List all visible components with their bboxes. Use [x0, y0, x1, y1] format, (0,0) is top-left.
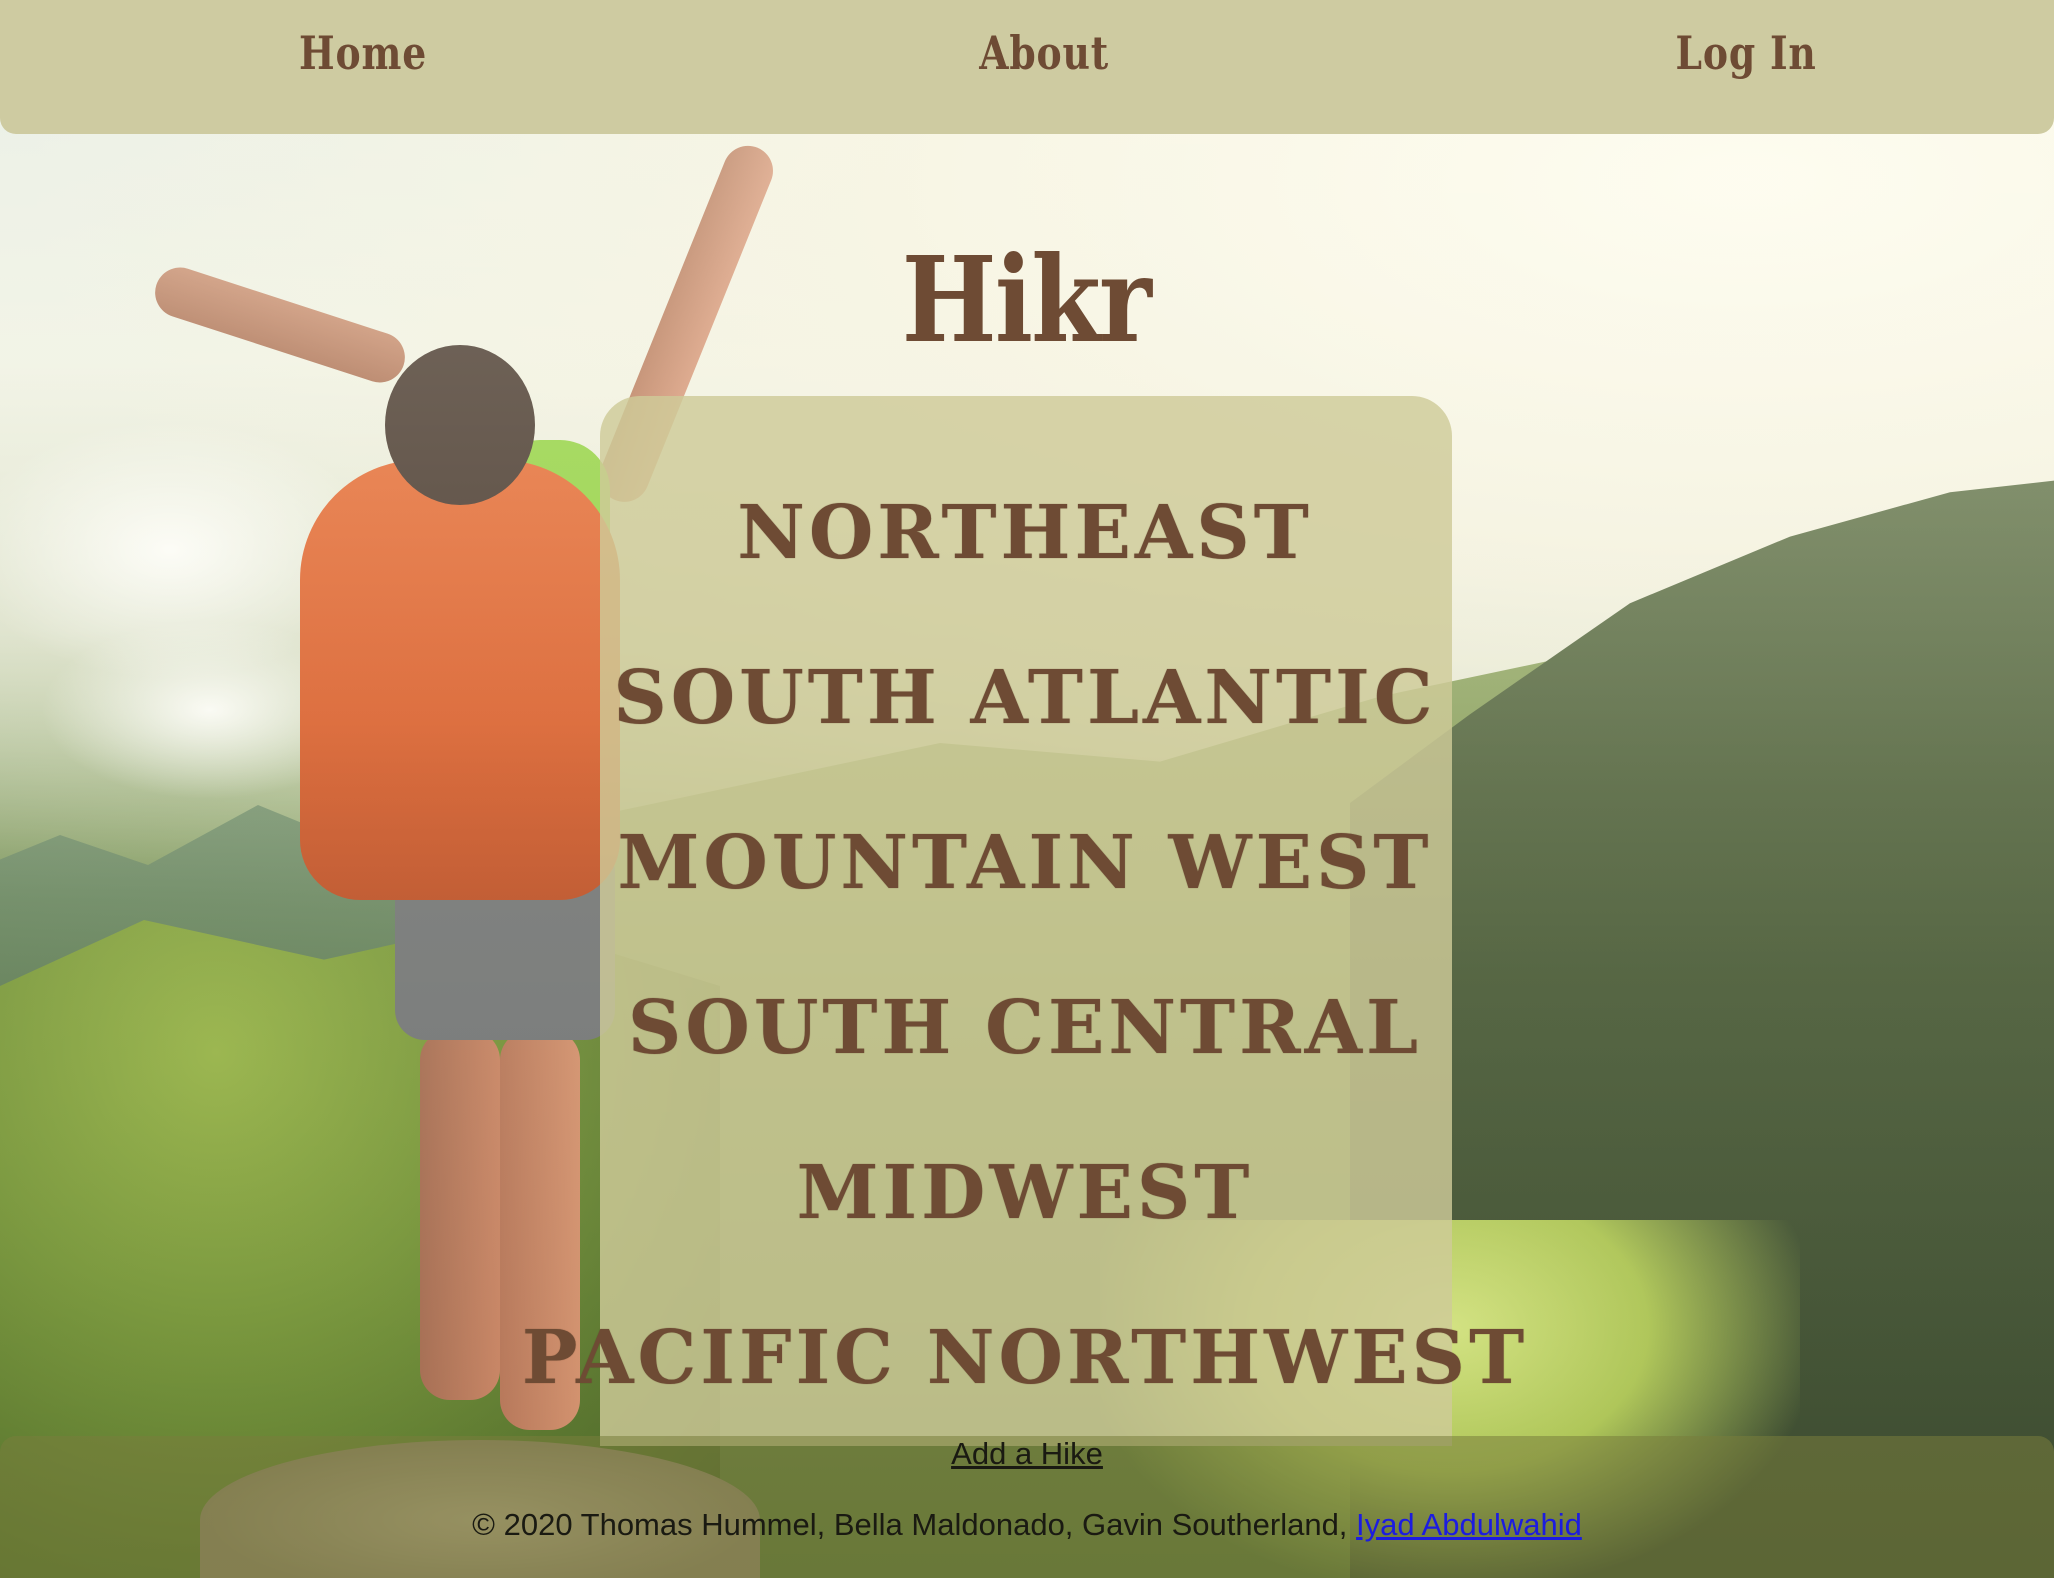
- author-link-iyad[interactable]: Iyad Abdulwahid: [1356, 1507, 1582, 1542]
- copyright-text: © 2020 Thomas Hummel, Bella Maldonado, G…: [472, 1507, 1357, 1542]
- region-link-northeast[interactable]: NORTHEAST: [520, 490, 1530, 576]
- hikr-logo: Hikr: [901, 230, 1152, 369]
- region-link-mountain-west[interactable]: MOUNTAIN WEST: [520, 820, 1530, 906]
- navbar: Home About Log In: [0, 0, 2054, 134]
- copyright-line: © 2020 Thomas Hummel, Bella Maldonado, G…: [0, 1507, 2054, 1543]
- nav-about-link[interactable]: About: [979, 26, 1109, 80]
- region-link-pacific-northwest[interactable]: PACIFIC NORTHWEST: [520, 1315, 1530, 1401]
- nav-login-link[interactable]: Log In: [1675, 26, 1816, 80]
- add-hike-container: Add a Hike: [0, 1436, 2054, 1472]
- region-link-midwest[interactable]: MIDWEST: [520, 1150, 1530, 1236]
- nav-home-link[interactable]: Home: [299, 26, 427, 80]
- region-link-south-central[interactable]: SOUTH CENTRAL: [520, 985, 1530, 1071]
- region-link-south-atlantic[interactable]: SOUTH ATLANTIC: [520, 655, 1530, 741]
- add-hike-link[interactable]: Add a Hike: [951, 1436, 1103, 1471]
